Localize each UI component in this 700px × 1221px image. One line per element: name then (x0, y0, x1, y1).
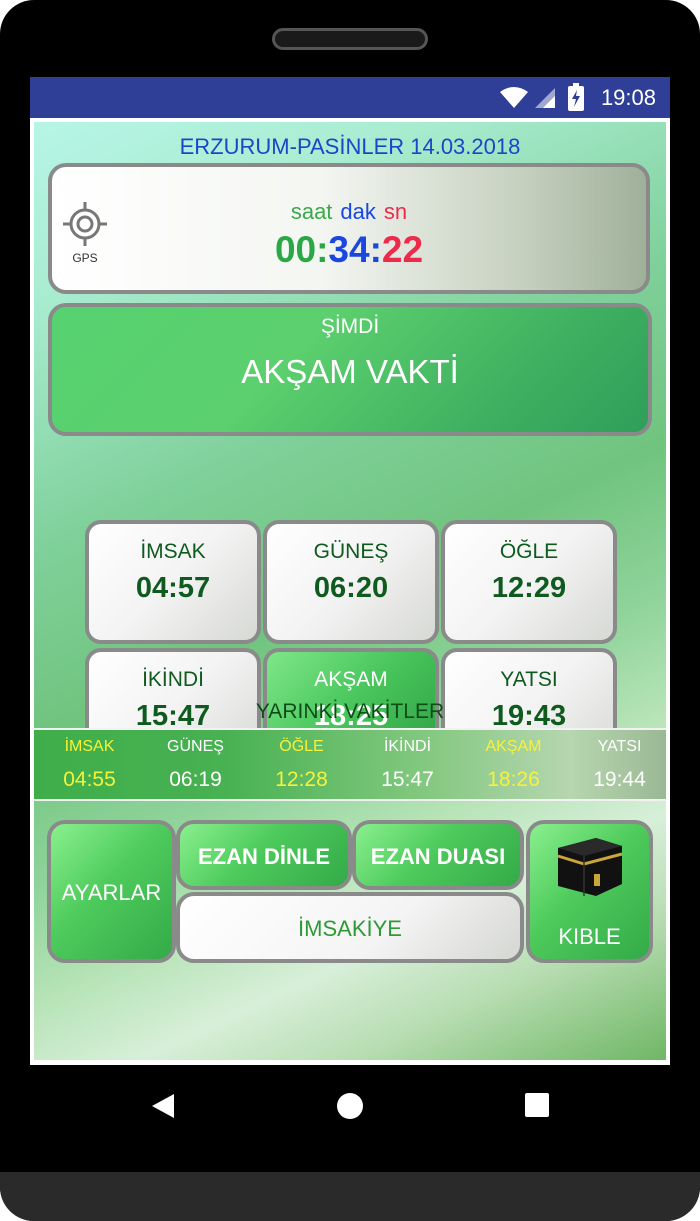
tomorrow-name: GÜNEŞ (167, 738, 224, 755)
qibla-button[interactable]: KIBLE (526, 820, 653, 963)
tomorrow-name: İMSAK (64, 738, 115, 755)
tomorrow-title: YARINKİ VAKİTLER (255, 700, 445, 723)
card-time: 12:29 (491, 572, 567, 604)
back-icon[interactable] (150, 1092, 176, 1120)
ezan-prayer-label: EZAN DUASI (370, 844, 506, 869)
tomorrow-time: 06:19 (169, 768, 222, 791)
card-name: GÜNEŞ (313, 540, 389, 563)
settings-button[interactable]: AYARLAR (47, 820, 176, 963)
countdown-separator: : (316, 229, 329, 270)
countdown-value: 00:34:22 (52, 229, 646, 271)
ezan-listen-button[interactable]: EZAN DİNLE (176, 820, 352, 890)
card-name: ÖĞLE (499, 540, 559, 563)
phone-frame: 19:08 ERZURUM-PASİNLER 14.03.2018 GPS sa… (0, 0, 700, 1221)
countdown-units: saat dak sn (52, 199, 646, 225)
home-icon[interactable] (336, 1092, 364, 1120)
tomorrow-times-strip: İMSAK 04:55 GÜNEŞ 06:19 ÖĞLE 12:28 İKİND… (34, 728, 666, 801)
tomorrow-name: İKİNDİ (383, 738, 432, 755)
card-name: YATSI (500, 668, 558, 691)
unit-minute: dak (340, 199, 376, 224)
tomorrow-name: YATSI (597, 738, 642, 755)
tomorrow-time: 18:26 (487, 768, 540, 791)
imsakiye-button[interactable]: İMSAKİYE (176, 892, 524, 963)
tomorrow-name: ÖĞLE (279, 738, 324, 755)
settings-label: AYARLAR (61, 880, 162, 905)
qibla-label: KIBLE (558, 924, 621, 949)
earpiece-speaker (272, 28, 428, 50)
app-content: ERZURUM-PASİNLER 14.03.2018 GPS saat dak… (34, 122, 666, 1060)
navigation-bar (0, 1065, 700, 1172)
ezan-prayer-button[interactable]: EZAN DUASI (352, 820, 524, 890)
tomorrow-time: 15:47 (381, 768, 434, 791)
tomorrow-time: 04:55 (63, 768, 116, 791)
card-ogle[interactable]: ÖĞLE 12:29 (441, 520, 617, 644)
phone-chin (0, 1172, 700, 1221)
countdown-panel: GPS saat dak sn 00:34:22 (48, 163, 650, 294)
unit-second: sn (383, 199, 408, 224)
card-name: İMSAK (140, 540, 206, 563)
wifi-icon (500, 87, 528, 108)
countdown-separator: : (369, 229, 382, 270)
screen: 19:08 ERZURUM-PASİNLER 14.03.2018 GPS sa… (30, 77, 670, 1065)
card-time: 06:20 (313, 572, 389, 604)
countdown-hours: 00 (274, 229, 317, 270)
kaaba-icon (557, 838, 623, 896)
card-time: 04:57 (135, 572, 211, 604)
cell-signal-icon (535, 88, 555, 108)
card-imsak[interactable]: İMSAK 04:57 (85, 520, 261, 644)
tomorrow-time: 12:28 (275, 768, 328, 791)
card-gunes[interactable]: GÜNEŞ 06:20 (263, 520, 439, 644)
current-prayer-value: AKŞAM VAKTİ (241, 353, 459, 390)
card-name: AKŞAM (314, 668, 388, 691)
imsakiye-label: İMSAKİYE (298, 916, 402, 941)
unit-hour: saat (290, 199, 333, 224)
current-prayer-panel: ŞİMDİ AKŞAM VAKTİ (48, 303, 652, 436)
location-date: ERZURUM-PASİNLER 14.03.2018 (179, 134, 521, 159)
tomorrow-time: 19:44 (593, 768, 646, 791)
status-time: 19:08 (600, 85, 656, 110)
card-name: İKİNDİ (142, 668, 204, 691)
recents-icon[interactable] (524, 1092, 550, 1118)
countdown-minutes: 34 (328, 229, 370, 270)
ezan-listen-label: EZAN DİNLE (198, 844, 330, 869)
tomorrow-name: AKŞAM (485, 738, 542, 755)
countdown-seconds: 22 (381, 229, 424, 270)
battery-charging-icon (568, 83, 584, 111)
status-bar: 19:08 (30, 77, 670, 118)
current-prayer-label: ŞİMDİ (320, 315, 380, 338)
